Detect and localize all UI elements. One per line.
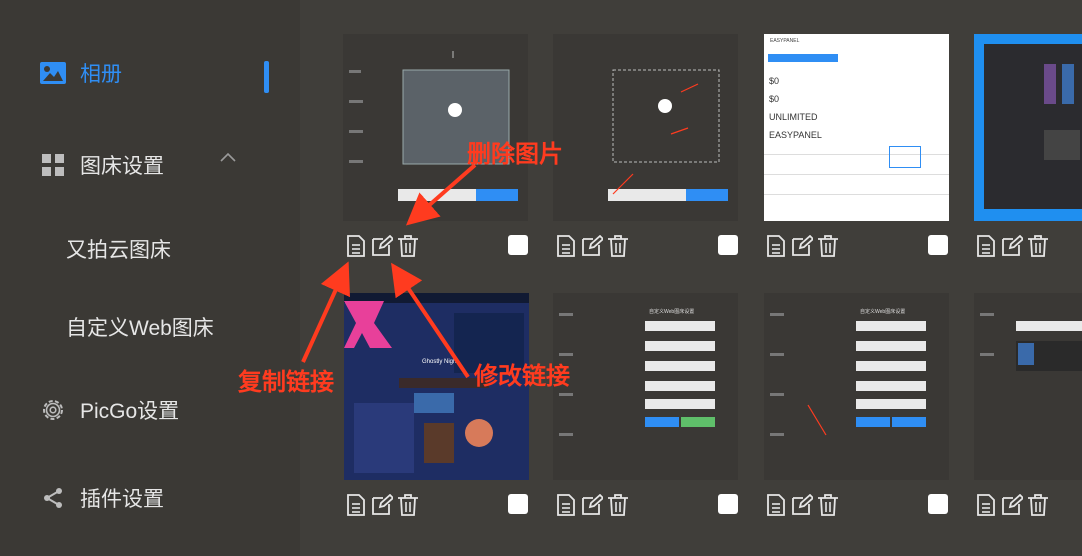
annotation-edit-link: 修改链接: [474, 363, 570, 390]
annotation-arrows: [301, 163, 477, 379]
annotation-copy-link: 复制链接: [238, 369, 334, 396]
annotation-delete-image: 删除图片: [467, 141, 563, 168]
